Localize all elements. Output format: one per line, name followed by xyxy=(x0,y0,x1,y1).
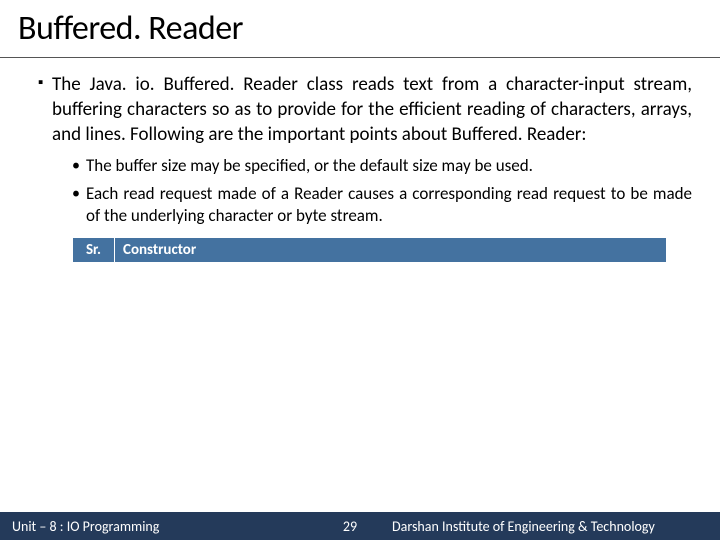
square-bullet-icon: ▪ xyxy=(38,72,52,147)
content-area: ▪ The Java. io. Buffered. Reader class r… xyxy=(0,72,720,540)
list-item: • Each read request made of a Reader cau… xyxy=(72,183,692,227)
sub-list: • The buffer size may be specified, or t… xyxy=(38,155,692,227)
title-area: Buffered. Reader xyxy=(0,0,720,55)
col-header-constructor: Constructor xyxy=(115,238,667,263)
list-item: ▪ The Java. io. Buffered. Reader class r… xyxy=(38,72,692,147)
constructor-table: Sr. Constructor xyxy=(72,237,667,263)
footer-page-number: 29 xyxy=(320,518,380,535)
list-item: • The buffer size may be specified, or t… xyxy=(72,155,692,177)
dot-bullet-icon: • xyxy=(72,155,86,177)
footer-unit: Unit – 8 : IO Programming xyxy=(0,518,320,535)
table-wrap: Sr. Constructor xyxy=(38,237,692,263)
dot-bullet-icon: • xyxy=(72,183,86,227)
page-title: Buffered. Reader xyxy=(18,8,702,49)
bullet-text: The buffer size may be specified, or the… xyxy=(86,155,533,177)
footer-institute: Darshan Institute of Engineering & Techn… xyxy=(380,518,720,535)
footer-bar: Unit – 8 : IO Programming 29 Darshan Ins… xyxy=(0,512,720,540)
bullet-text: Each read request made of a Reader cause… xyxy=(86,183,692,227)
slide: Buffered. Reader ▪ The Java. io. Buffere… xyxy=(0,0,720,540)
bullet-text: The Java. io. Buffered. Reader class rea… xyxy=(52,72,692,147)
table-header-row: Sr. Constructor xyxy=(73,238,667,263)
col-header-sr: Sr. xyxy=(73,238,115,263)
title-divider xyxy=(0,57,720,58)
